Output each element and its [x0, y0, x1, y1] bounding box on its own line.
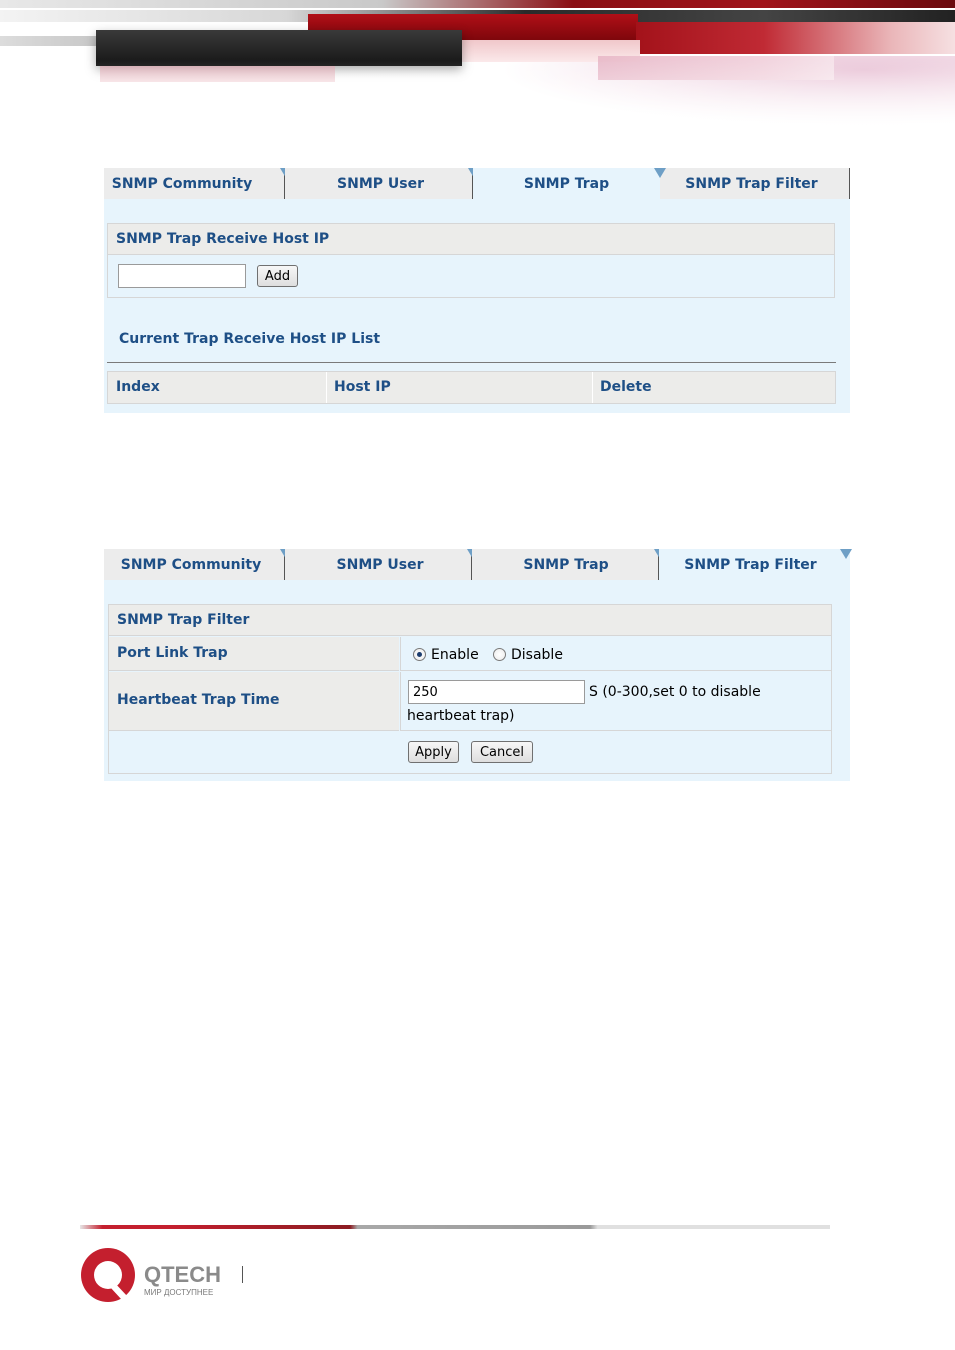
- tab-bar: SNMP Community SNMP User SNMP Trap SNMP …: [104, 549, 852, 580]
- tab-corner-icon: [840, 549, 852, 559]
- receive-host-section: SNMP Trap Receive Host IP Add: [107, 223, 835, 298]
- column-header-delete: Delete: [600, 379, 652, 395]
- tab-snmp-trap-filter[interactable]: SNMP Trap Filter: [659, 549, 852, 580]
- column-separator: [592, 372, 593, 403]
- tab-label: SNMP User: [337, 175, 424, 192]
- snmp-trap-filter-panel: SNMP Community SNMP User SNMP Trap SNMP …: [104, 549, 852, 781]
- footer-separator: [242, 1266, 243, 1283]
- tab-label: SNMP User: [336, 556, 424, 573]
- tab-label: SNMP Community: [120, 556, 262, 573]
- header-banner: [0, 0, 955, 150]
- footer-divider: [80, 1225, 830, 1229]
- heartbeat-trap-time-label: Heartbeat Trap Time: [117, 692, 280, 708]
- section-title: SNMP Trap Filter: [117, 612, 250, 628]
- tab-label: SNMP Trap: [523, 556, 609, 573]
- tab-bar: SNMP Community SNMP User SNMP Trap SNMP …: [104, 168, 850, 199]
- tab-corner-icon: [654, 168, 666, 178]
- snmp-trap-panel: SNMP Community SNMP User SNMP Trap SNMP …: [104, 168, 850, 413]
- heartbeat-value-cell: S (0-300,set 0 to disable heartbeat trap…: [400, 672, 831, 731]
- logo-text: QTECH: [144, 1262, 221, 1287]
- disable-radio[interactable]: [493, 648, 506, 661]
- port-link-label-cell: Port Link Trap: [109, 637, 399, 671]
- divider: [107, 362, 836, 363]
- tab-snmp-trap[interactable]: SNMP Trap: [472, 549, 666, 580]
- enable-radio[interactable]: [413, 648, 426, 661]
- tab-snmp-trap-filter[interactable]: SNMP Trap Filter: [654, 168, 850, 199]
- tab-snmp-community[interactable]: SNMP Community: [104, 549, 292, 580]
- qtech-logo: QTECH МИР ДОСТУПНЕЕ: [80, 1247, 240, 1305]
- qtech-logo-icon: [81, 1248, 135, 1302]
- port-link-trap-label: Port Link Trap: [117, 645, 228, 661]
- logo-tagline: МИР ДОСТУПНЕЕ: [144, 1288, 214, 1297]
- tab-snmp-user[interactable]: SNMP User: [285, 549, 479, 580]
- enable-label: Enable: [431, 647, 479, 663]
- tab-label: SNMP Trap Filter: [684, 556, 817, 573]
- column-separator: [326, 372, 327, 403]
- heartbeat-hint: S (0-300,set 0 to disable: [589, 684, 761, 700]
- apply-button[interactable]: Apply: [408, 741, 459, 763]
- host-list-table: Index Host IP Delete: [107, 371, 836, 404]
- tab-snmp-user[interactable]: SNMP User: [285, 168, 480, 199]
- add-button[interactable]: Add: [257, 265, 298, 287]
- cancel-button[interactable]: Cancel: [471, 741, 533, 763]
- section-header: SNMP Trap Filter: [109, 605, 831, 636]
- port-link-value-cell: Enable Disable: [400, 637, 831, 671]
- section-header: SNMP Trap Receive Host IP: [108, 224, 834, 255]
- column-header-index: Index: [116, 379, 160, 395]
- tab-snmp-community[interactable]: SNMP Community: [104, 168, 292, 199]
- host-list-title: Current Trap Receive Host IP List: [119, 331, 381, 347]
- host-ip-input[interactable]: [118, 264, 246, 288]
- disable-label: Disable: [511, 647, 563, 663]
- heartbeat-time-input[interactable]: [408, 680, 585, 704]
- trap-filter-form: SNMP Trap Filter Port Link Trap Enable D…: [108, 604, 832, 774]
- tab-label: SNMP Community: [111, 175, 253, 192]
- heartbeat-hint-continued: heartbeat trap): [407, 708, 515, 724]
- tab-label: SNMP Trap Filter: [685, 175, 818, 192]
- section-title: SNMP Trap Receive Host IP: [116, 231, 330, 247]
- tab-label: SNMP Trap: [523, 175, 610, 192]
- tab-snmp-trap[interactable]: SNMP Trap: [473, 168, 660, 199]
- column-header-host-ip: Host IP: [334, 379, 391, 395]
- heartbeat-label-cell: Heartbeat Trap Time: [109, 672, 399, 731]
